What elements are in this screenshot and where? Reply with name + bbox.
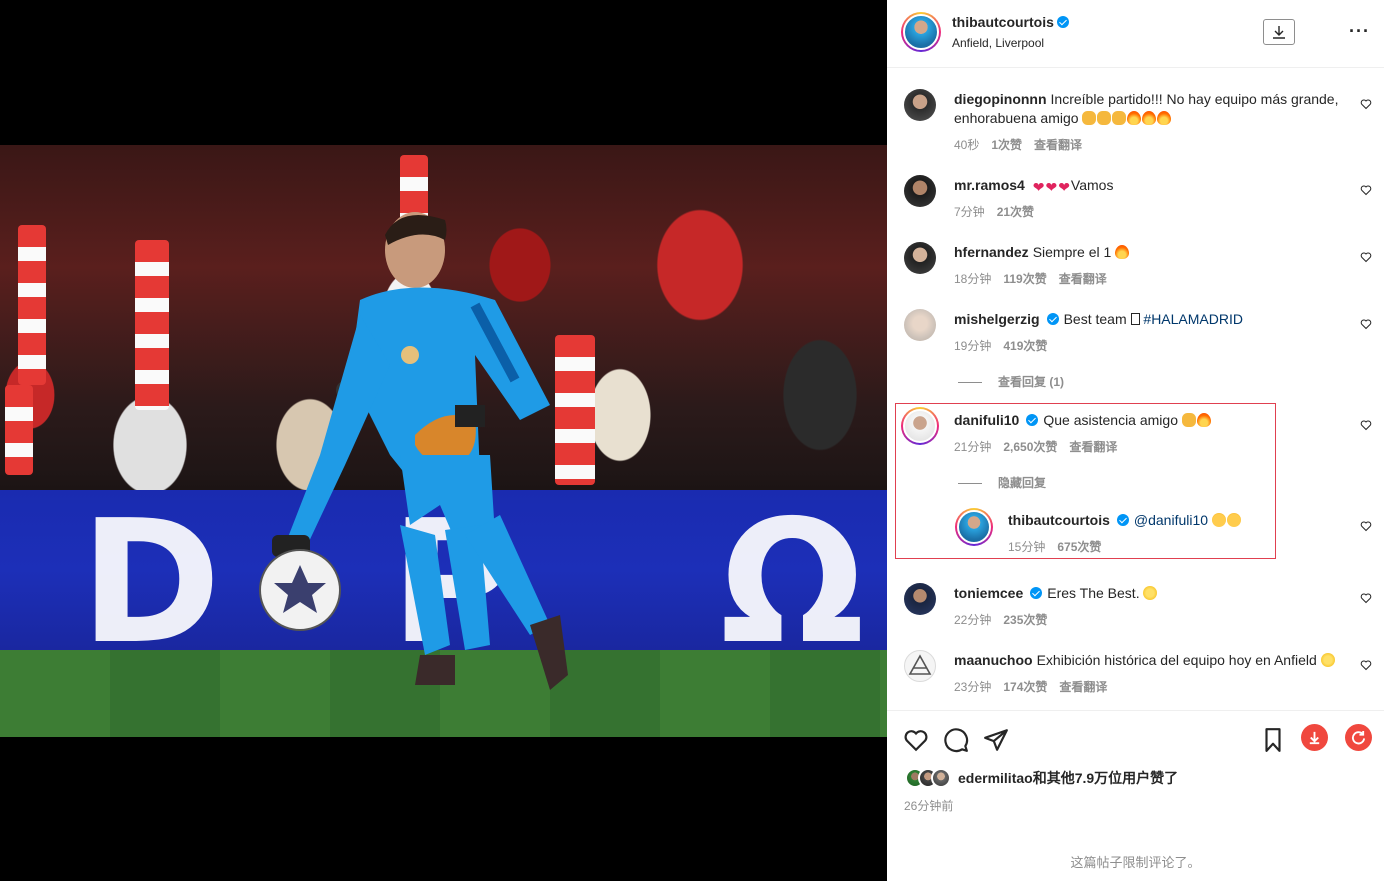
post-media-pane: D P Ω <box>0 0 887 881</box>
comment-like-heart-icon[interactable] <box>1360 592 1372 604</box>
comment-text: Best team <box>1063 311 1127 327</box>
likes-summary[interactable]: edermilitao和其他7.9万位用户赞了 <box>905 767 1178 789</box>
instagram-post-view: D P Ω <box>0 0 1384 881</box>
more-options-button[interactable]: ··· <box>1349 22 1370 40</box>
heart-icon[interactable] <box>903 727 929 753</box>
comment-username[interactable]: diegopinonnn <box>954 91 1047 107</box>
commenter-avatar[interactable] <box>904 583 936 615</box>
red-refresh-icon <box>1352 730 1366 745</box>
comment-like-heart-icon[interactable] <box>1360 98 1372 110</box>
comment-username[interactable]: danifuli10 <box>954 412 1019 428</box>
reply-avatar[interactable] <box>955 508 993 546</box>
comment-time[interactable]: 19分钟 <box>954 339 991 353</box>
comment-like-heart-icon[interactable] <box>1360 251 1372 263</box>
comment-time[interactable]: 22分钟 <box>954 613 991 627</box>
hide-replies-button[interactable]: 隐藏回复 <box>958 474 1046 491</box>
comment-time[interactable]: 18分钟 <box>954 272 991 286</box>
verified-badge-icon <box>1116 514 1129 526</box>
comment-likes[interactable]: 419次赞 <box>1003 339 1047 353</box>
comment-likes[interactable]: 235次赞 <box>1003 613 1047 627</box>
comment-time[interactable]: 21分钟 <box>954 440 991 454</box>
comments-limited-notice: 这篇帖子限制评论了。 <box>1070 855 1201 870</box>
see-translation-link[interactable]: 查看翻译 <box>1069 440 1117 454</box>
comment-username[interactable]: maanuchoo <box>954 652 1033 668</box>
post-header: thibautcourtois Anfield, Liverpool ··· <box>887 0 1384 68</box>
comment-username[interactable]: toniemcee <box>954 585 1023 601</box>
share-icon[interactable] <box>983 727 1009 753</box>
comment-text: Exhibición histórica del equipo hoy en A… <box>1036 652 1317 668</box>
view-replies-button[interactable]: 查看回复 (1) <box>958 373 1064 390</box>
post-photo[interactable]: D P Ω <box>0 145 887 737</box>
comment-likes[interactable]: 2,650次赞 <box>1003 440 1057 454</box>
comment-likes[interactable]: 21次赞 <box>997 205 1034 219</box>
comment-username[interactable]: mishelgerzig <box>954 311 1040 327</box>
download-icon <box>1273 26 1285 39</box>
comment-text: Que asistencia amigo <box>1043 412 1178 428</box>
extension-refresh-button[interactable] <box>1345 724 1372 751</box>
goalkeeper-figure <box>259 212 568 690</box>
commenter-avatar[interactable] <box>904 175 936 207</box>
commenter-avatar[interactable] <box>901 407 939 445</box>
verified-badge-icon <box>1046 313 1059 325</box>
author-avatar[interactable] <box>901 12 941 52</box>
extension-download-button[interactable] <box>1301 724 1328 751</box>
liker-avatar <box>931 768 951 788</box>
commenter-avatar[interactable] <box>904 650 936 682</box>
verified-badge-icon <box>1026 414 1039 426</box>
comment-icon[interactable] <box>943 727 969 753</box>
author-username[interactable]: thibautcourtois <box>952 14 1054 30</box>
comment-time[interactable]: 40秒 <box>954 138 979 152</box>
comment-like-heart-icon[interactable] <box>1360 318 1372 330</box>
view-replies-label: 查看回复 (1) <box>998 375 1065 389</box>
reply-mention-link[interactable]: @danifuli10 <box>1134 512 1208 528</box>
comment-like-heart-icon[interactable] <box>1360 184 1372 196</box>
comment-time[interactable]: 7分钟 <box>954 205 985 219</box>
download-button[interactable] <box>1263 19 1295 45</box>
comments-list[interactable]: diegopinonnn Increíble partido!!! No hay … <box>887 68 1384 710</box>
commenter-avatar[interactable] <box>904 309 936 341</box>
comment-username[interactable]: mr.ramos4 <box>954 177 1025 193</box>
comment-time[interactable]: 23分钟 <box>954 680 991 694</box>
verified-badge-icon <box>1030 587 1043 599</box>
comment-like-heart-icon[interactable] <box>1360 419 1372 431</box>
post-timestamp[interactable]: 26分钟前 <box>904 797 953 814</box>
see-translation-link[interactable]: 查看翻译 <box>1059 272 1107 286</box>
logo-avatar-icon <box>908 654 932 675</box>
commenter-avatar[interactable] <box>904 242 936 274</box>
comment-likes[interactable]: 1次赞 <box>991 138 1022 152</box>
verified-badge-icon <box>1056 16 1069 28</box>
comment-like-heart-icon[interactable] <box>1360 659 1372 671</box>
see-translation-link[interactable]: 查看翻译 <box>1034 138 1082 152</box>
comment-text: Siempre el 1 <box>1032 244 1112 260</box>
comment-text: Vamos <box>1070 177 1114 193</box>
red-download-icon <box>1309 731 1320 745</box>
comment-likes[interactable]: 119次赞 <box>1003 272 1046 286</box>
reply-time[interactable]: 15分钟 <box>1008 540 1045 554</box>
post-actions-bar: edermilitao和其他7.9万位用户赞了 26分钟前 这篇帖子限制评论了。 <box>887 710 1384 881</box>
reply-like-heart-icon[interactable] <box>1360 520 1372 532</box>
reply-username[interactable]: thibautcourtois <box>1008 512 1110 528</box>
comment-username[interactable]: hfernandez <box>954 244 1029 260</box>
commenter-avatar[interactable] <box>904 89 936 121</box>
post-side-panel: thibautcourtois Anfield, Liverpool ··· d… <box>887 0 1384 881</box>
comment-text: Eres The Best. <box>1047 585 1140 601</box>
post-location[interactable]: Anfield, Liverpool <box>952 36 1044 50</box>
reply-likes[interactable]: 675次赞 <box>1057 540 1101 554</box>
hide-replies-label: 隐藏回复 <box>998 476 1047 490</box>
comment-likes[interactable]: 174次赞 <box>1003 680 1047 694</box>
comment-hashtag-link[interactable]: #HALAMADRID <box>1143 311 1243 327</box>
more-options-icon: ··· <box>1349 21 1370 41</box>
see-translation-link[interactable]: 查看翻译 <box>1059 680 1107 694</box>
likes-text: edermilitao和其他7.9万位用户赞了 <box>958 770 1179 786</box>
bookmark-icon[interactable] <box>1260 727 1286 753</box>
